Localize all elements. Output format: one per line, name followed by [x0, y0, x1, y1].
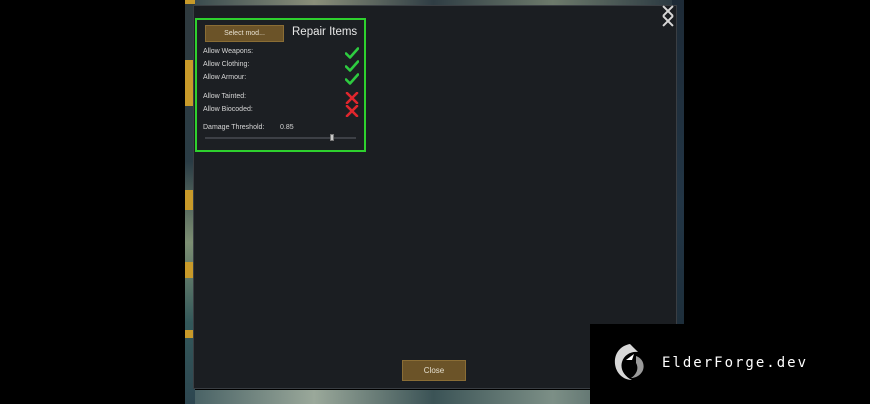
allow-clothing-label: Allow Clothing: [203, 61, 250, 68]
panel-title: Repair Items [292, 26, 358, 38]
select-mod-button[interactable]: Select mod... [205, 25, 284, 42]
allow-armour-check-icon[interactable] [345, 73, 359, 85]
watermark-text: ElderForge.dev [662, 355, 809, 371]
repair-items-panel: Select mod... Repair Items Allow Weapons… [195, 18, 366, 152]
allow-clothing-check-icon[interactable] [345, 60, 359, 72]
allow-weapons-label: Allow Weapons: [203, 48, 254, 55]
allow-armour-label: Allow Armour: [203, 74, 247, 81]
slider-handle[interactable] [330, 134, 334, 141]
allow-tainted-cross-icon[interactable] [345, 92, 359, 104]
damage-threshold-value: 0.85 [280, 124, 294, 131]
dragon-logo-icon [614, 344, 644, 380]
damage-threshold-label: Damage Threshold: [203, 124, 265, 131]
allow-biocoded-label: Allow Biocoded: [203, 106, 253, 113]
close-button[interactable]: Close [402, 360, 466, 381]
watermark: ElderForge.dev [590, 324, 870, 404]
allow-tainted-label: Allow Tainted: [203, 93, 247, 100]
allow-weapons-check-icon[interactable] [345, 47, 359, 59]
allow-biocoded-cross-icon[interactable] [345, 105, 359, 117]
close-icon-secondary[interactable] [662, 15, 674, 27]
